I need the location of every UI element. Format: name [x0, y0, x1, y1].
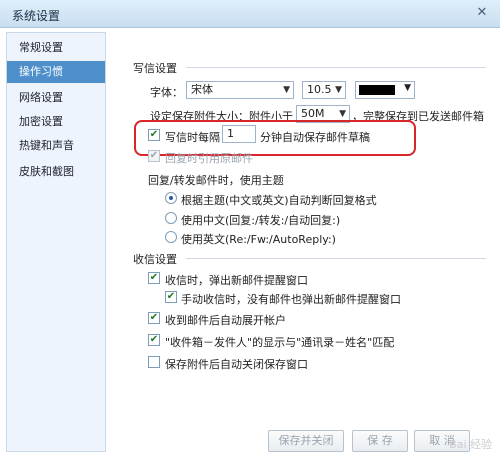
quote-original-checkbox[interactable]: ✔: [148, 150, 160, 162]
sidebar-item-network[interactable]: 网络设置: [7, 87, 105, 109]
reply-chinese-label: 使用中文(回复:/转发:/自动回复:): [181, 214, 341, 227]
reply-auto-label: 根据主题(中文或英文)自动判断回复格式: [181, 194, 377, 207]
receive-section-title: 收信设置: [133, 253, 177, 266]
new-mail-popup-label: 收信时，弹出新邮件提醒窗口: [165, 274, 308, 287]
compose-section-title: 写信设置: [133, 62, 177, 75]
reply-auto-radio[interactable]: [165, 192, 177, 204]
save-close-button[interactable]: 保存并关闭: [268, 430, 344, 452]
sidebar-item-habits[interactable]: 操作习惯: [7, 61, 105, 83]
expand-account-label: 收到邮件后自动展开帐户: [165, 314, 286, 327]
sidebar-item-hotkeys-sound[interactable]: 热键和声音: [7, 135, 105, 157]
quote-original-label: 回复时引用原邮件: [165, 152, 253, 165]
close-icon[interactable]: ✕: [474, 5, 490, 21]
font-label: 字体：: [150, 86, 183, 99]
reply-english-label: 使用英文(Re:/Fw:/AutoReply:): [181, 233, 336, 246]
manual-popup-checkbox[interactable]: ✔: [165, 291, 177, 303]
manual-popup-label: 手动收信时，没有邮件也弹出新邮件提醒窗口: [181, 293, 401, 306]
compose-divider: [186, 67, 486, 68]
receive-divider: [186, 258, 486, 259]
sidebar-item-general[interactable]: 常规设置: [7, 37, 105, 59]
auto-close-save-checkbox[interactable]: [148, 356, 160, 368]
font-select[interactable]: 宋体 ▼: [186, 81, 294, 99]
reply-chinese-radio[interactable]: [165, 212, 177, 224]
new-mail-popup-checkbox[interactable]: ✔: [148, 272, 160, 284]
font-size-select[interactable]: 10.5 ▼: [302, 81, 346, 99]
expand-account-checkbox[interactable]: ✔: [148, 312, 160, 324]
sidebar-item-skin-screenshot[interactable]: 皮肤和截图: [7, 161, 105, 183]
reply-subject-label: 回复/转发邮件时，使用主题: [148, 174, 284, 187]
title-bar: 系统设置 ✕: [0, 0, 500, 28]
reply-english-radio[interactable]: [165, 231, 177, 243]
sidebar-item-encryption[interactable]: 加密设置: [7, 111, 105, 133]
save-button[interactable]: 保 存: [352, 430, 408, 452]
watermark: Bai 经验: [449, 438, 492, 451]
auto-close-save-label: 保存附件后自动关闭保存窗口: [165, 358, 308, 371]
color-swatch: [359, 85, 395, 95]
window-title: 系统设置: [12, 9, 61, 23]
font-color-picker[interactable]: ▼: [355, 81, 415, 99]
sidebar: 常规设置 操作习惯 网络设置 加密设置 热键和声音 皮肤和截图: [6, 32, 106, 452]
sender-match-label: "收件箱－发件人"的显示与"通讯录－姓名"匹配: [165, 336, 395, 349]
sender-match-checkbox[interactable]: ✔: [148, 334, 160, 346]
